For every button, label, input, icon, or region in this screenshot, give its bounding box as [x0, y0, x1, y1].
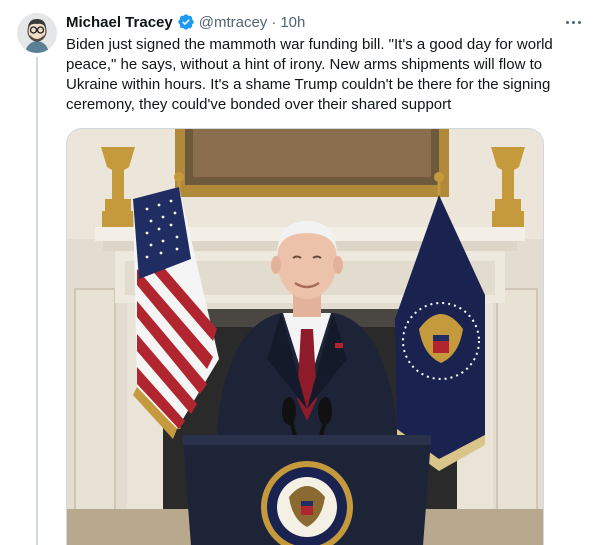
author-avatar[interactable] — [17, 13, 57, 53]
verified-badge-icon — [177, 13, 195, 31]
tweet-text: Biden just signed the mammoth war fundin… — [66, 36, 553, 113]
thread-line — [36, 57, 38, 545]
tweet-timestamp[interactable]: 10h — [280, 14, 305, 31]
author-name[interactable]: Michael Tracey — [66, 14, 173, 31]
more-options-icon[interactable] — [560, 12, 586, 32]
tweet-header: Michael Tracey @mtracey · 10h — [66, 12, 305, 32]
tweet-media-image[interactable] — [66, 128, 544, 545]
separator-dot: · — [271, 13, 277, 31]
tweet-card[interactable]: Michael Tracey @mtracey · 10h Biden just… — [0, 0, 594, 545]
author-handle[interactable]: @mtracey — [199, 14, 268, 31]
